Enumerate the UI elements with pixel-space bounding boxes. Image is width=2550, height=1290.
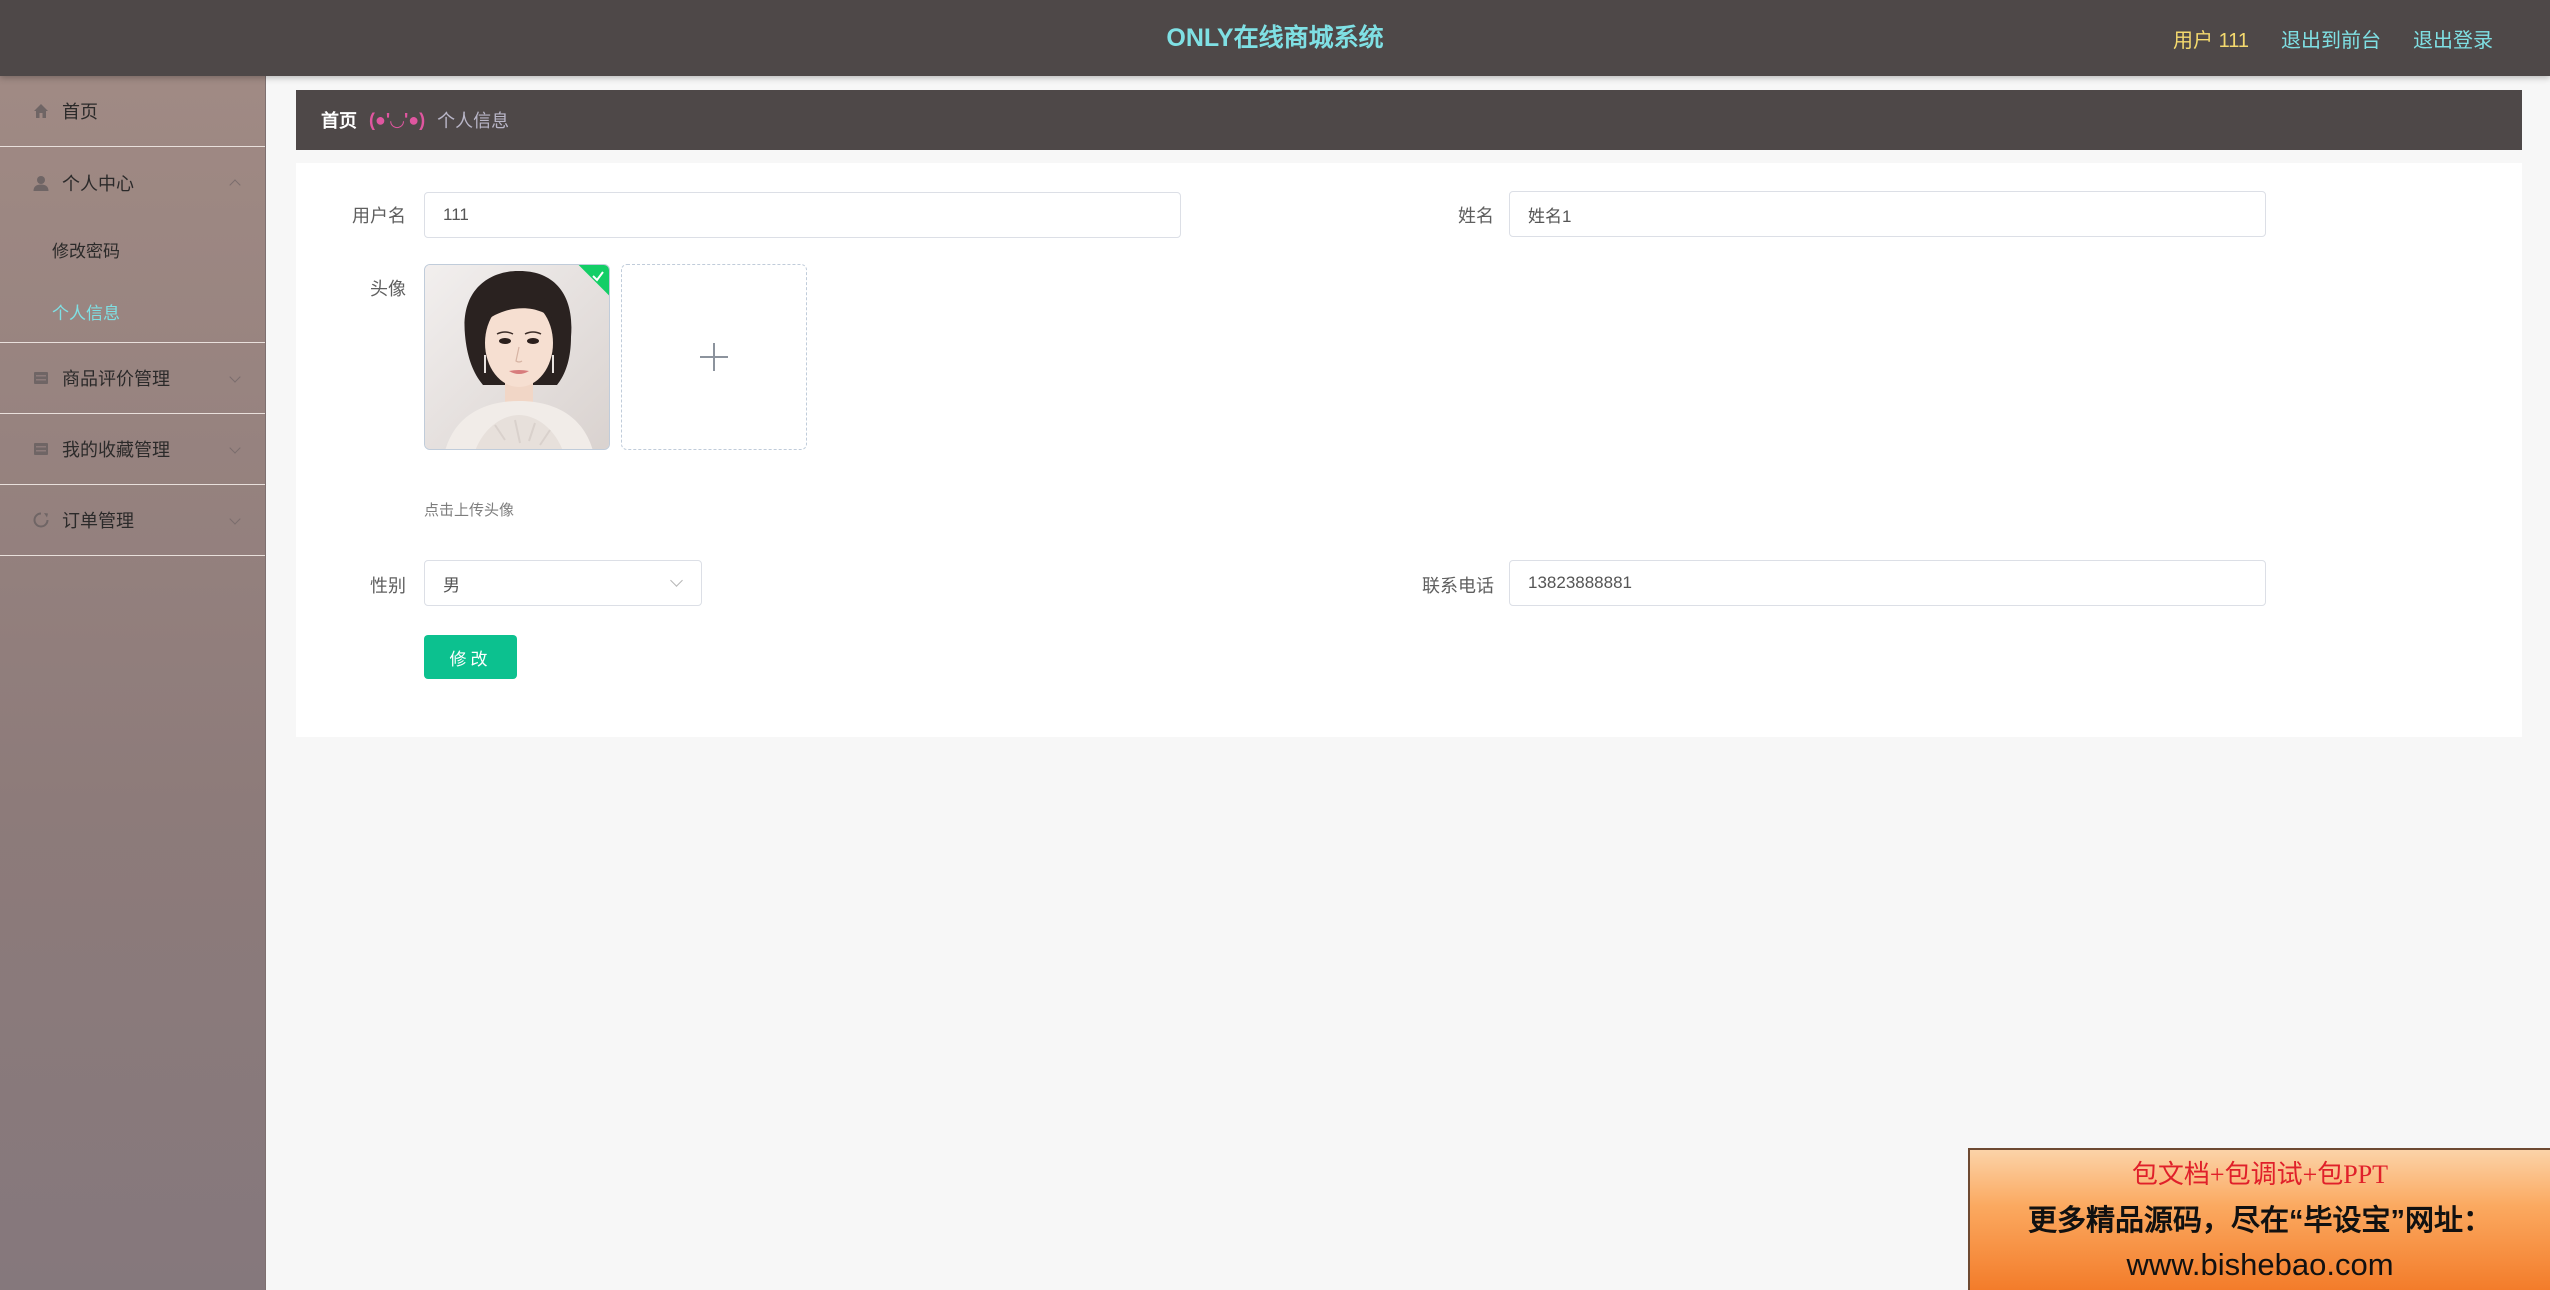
sidebar-item-favorites-management[interactable]: 我的收藏管理 (0, 414, 265, 485)
top-header: ONLY在线商城系统 用户 111 退出到前台 退出登录 (0, 0, 2550, 76)
exit-to-front-link[interactable]: 退出到前台 (2281, 24, 2381, 53)
sidebar-item-personal-center[interactable]: 个人中心 (0, 147, 265, 218)
gender-label: 性别 (370, 576, 406, 596)
avatar-portrait (425, 265, 609, 449)
grid-icon (30, 438, 52, 460)
grid-icon (30, 367, 52, 389)
chevron-down-icon (229, 513, 241, 525)
chevron-up-icon (229, 179, 241, 191)
avatar-upload-button[interactable] (621, 264, 807, 450)
check-icon (592, 271, 604, 282)
sidebar-item-home[interactable]: 首页 (0, 76, 265, 147)
submit-button[interactable]: 修改 (424, 635, 517, 679)
chevron-down-icon (670, 574, 683, 587)
banner-line-1: 包文档+包调试+包PPT (2131, 1160, 2389, 1189)
banner-line-3: www.bishebao.com (2126, 1247, 2394, 1282)
sidebar-subitem-change-password[interactable]: 修改密码 (0, 218, 265, 280)
personal-center-submenu: 修改密码 个人信息 (0, 218, 265, 343)
breadcrumb-current: 个人信息 (437, 111, 510, 131)
username-label: 用户名 (352, 206, 406, 226)
current-user-label: 用户 111 (2173, 29, 2249, 52)
name-input[interactable] (1509, 191, 2266, 237)
breadcrumb-home-link[interactable]: 首页 (321, 107, 357, 133)
phone-label: 联系电话 (1422, 576, 1494, 596)
personal-info-form: 用户名 姓名 头像 (296, 163, 2522, 737)
sidebar-item-order-management[interactable]: 订单管理 (0, 485, 265, 556)
home-icon (30, 100, 52, 122)
refresh-icon (30, 509, 52, 531)
sidebar-item-review-management[interactable]: 商品评价管理 (0, 343, 265, 414)
avatar-label: 头像 (370, 279, 406, 299)
watermark-banner: 包文档+包调试+包PPT 更多精品源码，尽在“毕设宝”网址： www.bishe… (1968, 1148, 2550, 1290)
logout-link[interactable]: 退出登录 (2413, 24, 2493, 53)
gender-select-value: 男 (443, 575, 460, 595)
user-icon (30, 172, 52, 194)
sidebar-item-label: 商品评价管理 (62, 369, 170, 389)
sidebar: 首页 个人中心 修改密码 个人信息 商品评价管理 我的收藏管理 订单管理 (0, 76, 266, 1290)
sidebar-item-label: 首页 (62, 102, 98, 122)
header-actions: 用户 111 退出到前台 退出登录 (2173, 0, 2493, 76)
breadcrumb: 首页 (●'◡'●) 个人信息 (296, 90, 2522, 150)
breadcrumb-separator: (●'◡'●) (369, 109, 426, 130)
sidebar-subitem-personal-info[interactable]: 个人信息 (0, 280, 265, 342)
app-title: ONLY在线商城系统 (1166, 24, 1384, 52)
upload-hint: 点击上传头像 (424, 502, 515, 519)
sidebar-item-label: 个人中心 (62, 173, 134, 194)
gender-select[interactable]: 男 (424, 560, 702, 606)
chevron-down-icon (229, 442, 241, 454)
avatar-image[interactable] (424, 264, 610, 450)
banner-line-2: 更多精品源码，尽在“毕设宝”网址： (2027, 1205, 2492, 1237)
username-input[interactable] (424, 192, 1181, 238)
phone-input[interactable] (1509, 560, 2266, 606)
sidebar-item-label: 订单管理 (62, 511, 134, 531)
plus-icon (700, 343, 728, 371)
sidebar-item-label: 我的收藏管理 (62, 440, 170, 460)
chevron-down-icon (229, 371, 241, 383)
name-label: 姓名 (1458, 206, 1494, 226)
